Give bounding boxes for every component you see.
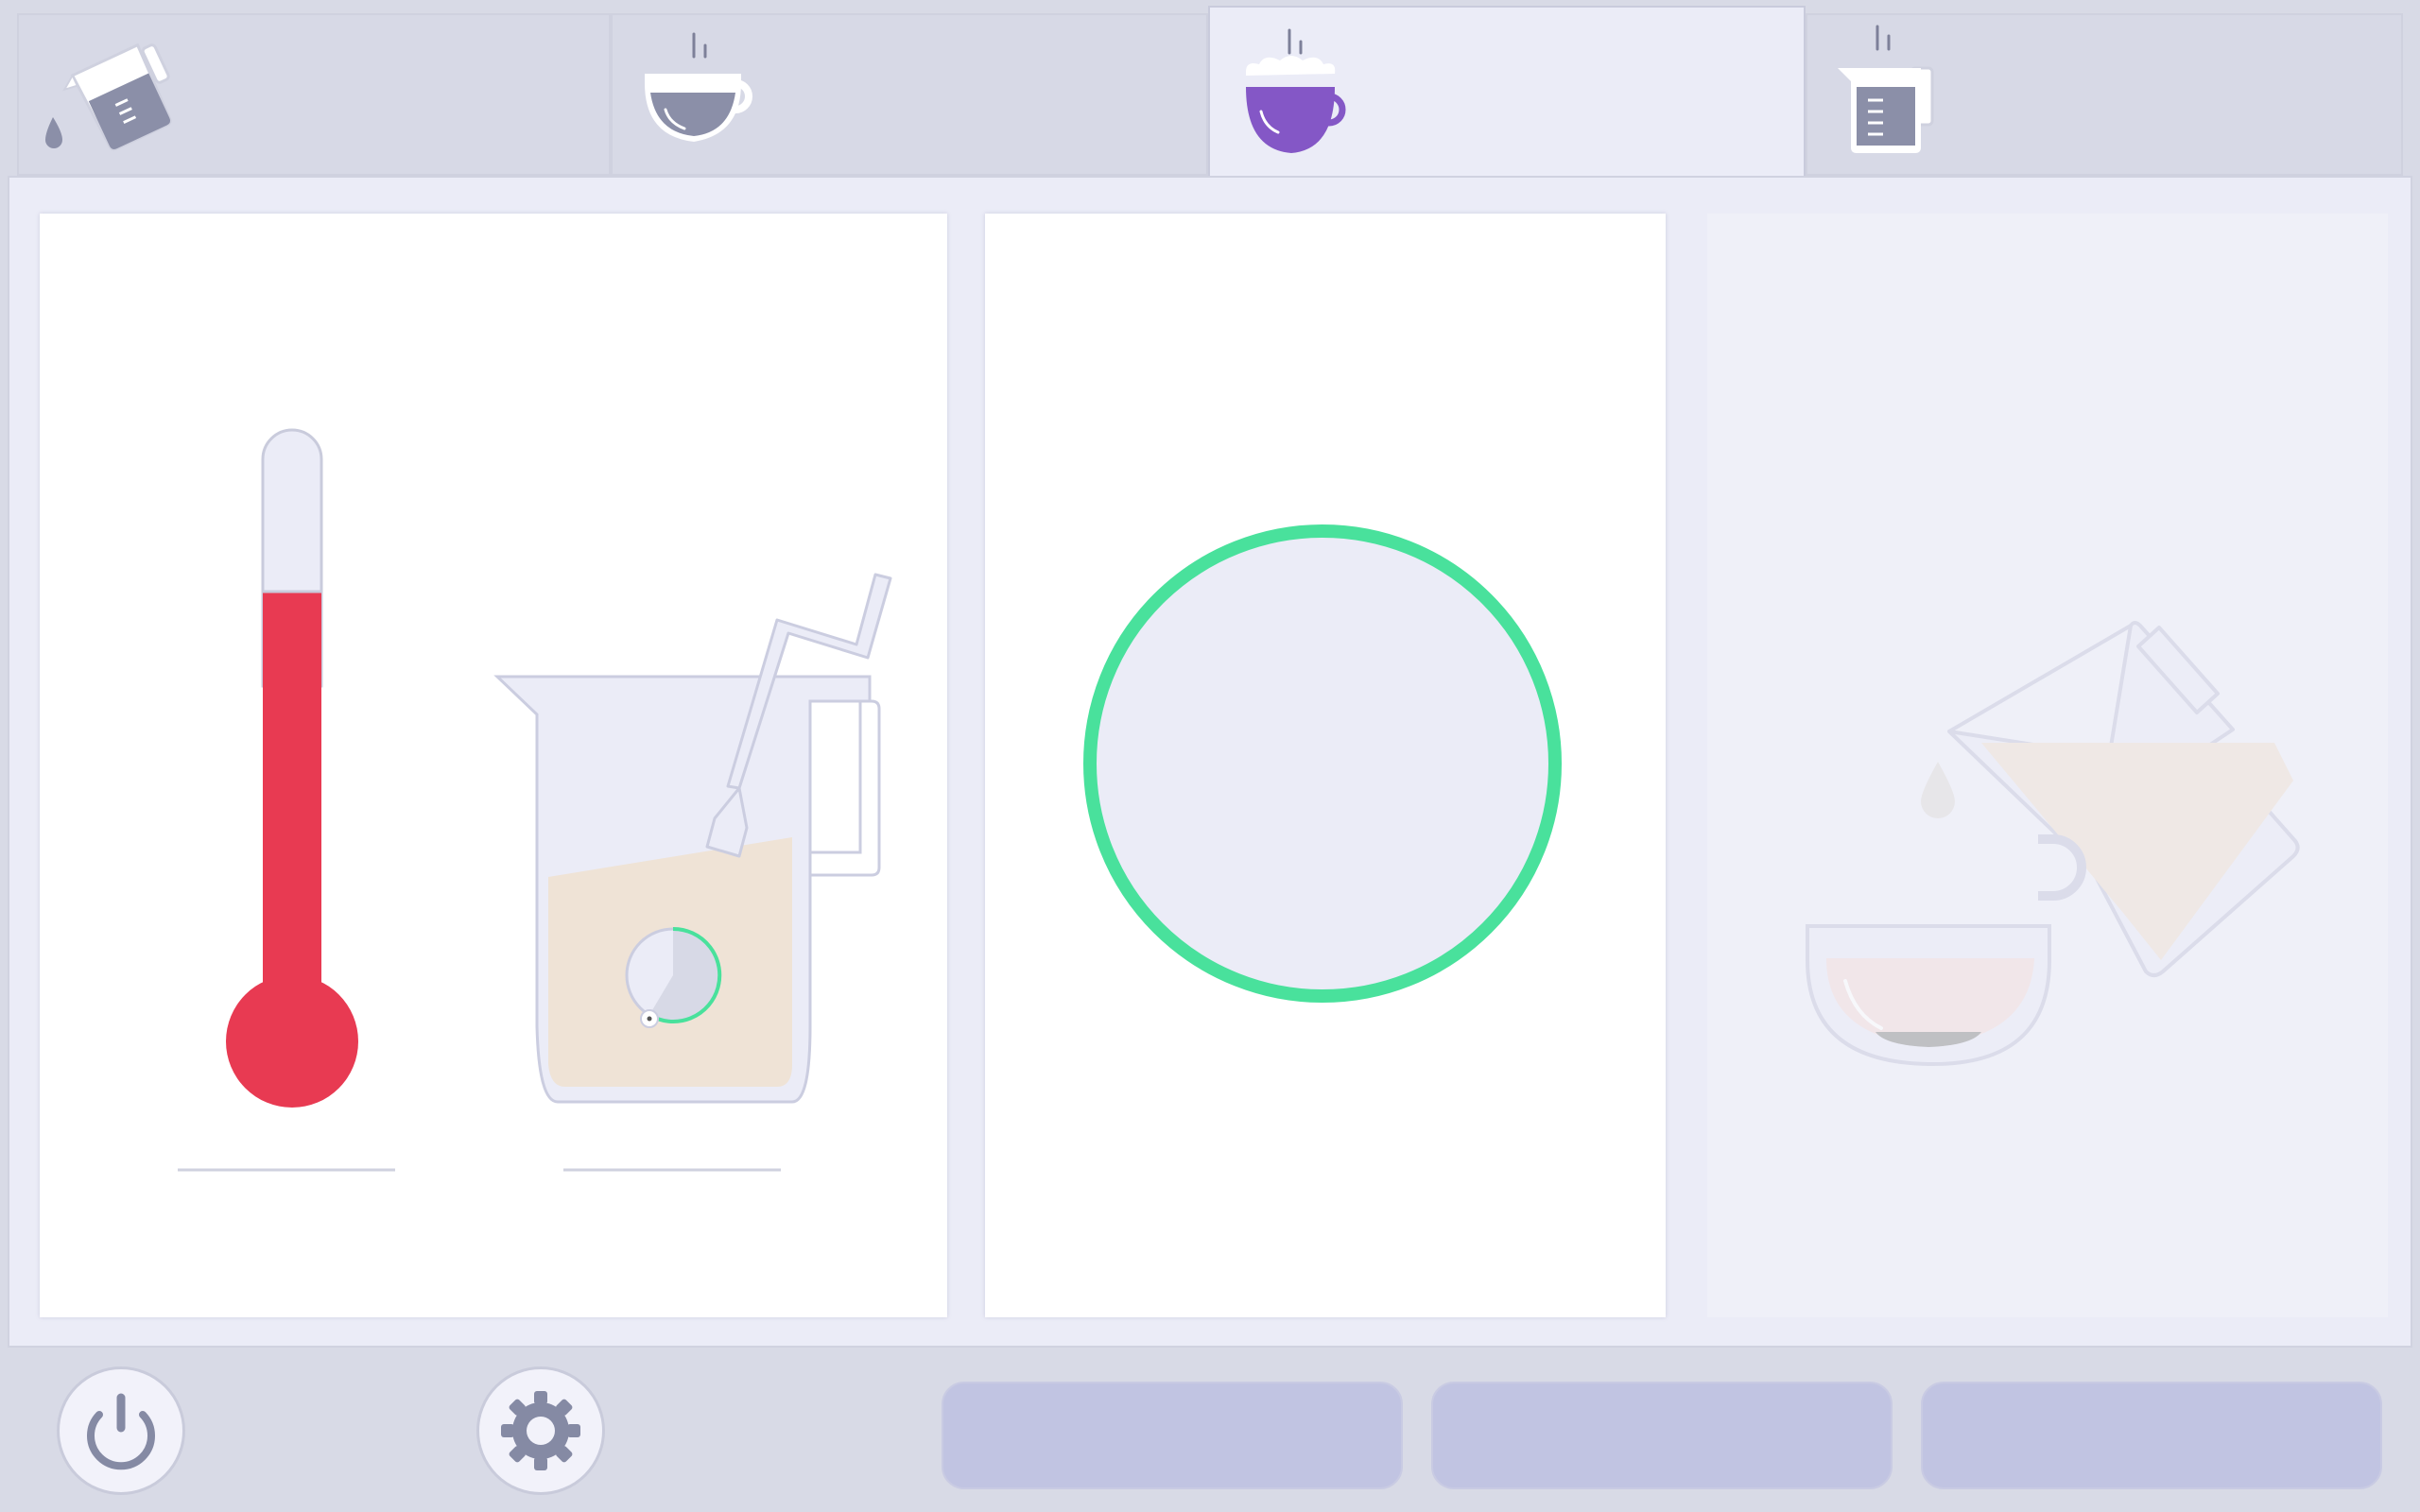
pour-card [1707, 214, 2388, 1317]
milk-jug-icon [493, 573, 892, 1104]
hot-cup-icon [645, 32, 752, 142]
heating-illustration [178, 428, 892, 1172]
pour-illustration [1806, 621, 2300, 1067]
pouring-jug-icon [1947, 621, 2300, 977]
action-button-3[interactable] [1921, 1382, 2382, 1489]
tab-bar [0, 0, 2420, 181]
action-button-2[interactable] [1431, 1382, 1893, 1489]
power-icon [87, 1393, 155, 1470]
progress-card [985, 214, 1666, 1317]
tab-espresso-cup[interactable] [611, 13, 1208, 176]
tab-frothy-cup[interactable] [1208, 6, 1806, 181]
thermometer-icon [226, 428, 358, 1108]
progress-ring-icon [1083, 524, 1562, 1003]
tab-pour-jug[interactable] [17, 13, 611, 176]
settings-button[interactable] [476, 1366, 605, 1495]
main-panel [8, 176, 2412, 1348]
pouring-measuring-jug-icon [45, 43, 172, 151]
heating-card [40, 214, 947, 1317]
tab-hot-jug[interactable] [1806, 13, 2403, 176]
gear-icon [501, 1391, 580, 1470]
frothy-hot-cup-icon [1246, 28, 1346, 153]
cup-icon [1806, 834, 2086, 1067]
hot-measuring-jug-icon [1838, 25, 1934, 153]
power-button[interactable] [57, 1366, 185, 1495]
action-button-1[interactable] [942, 1382, 1403, 1489]
